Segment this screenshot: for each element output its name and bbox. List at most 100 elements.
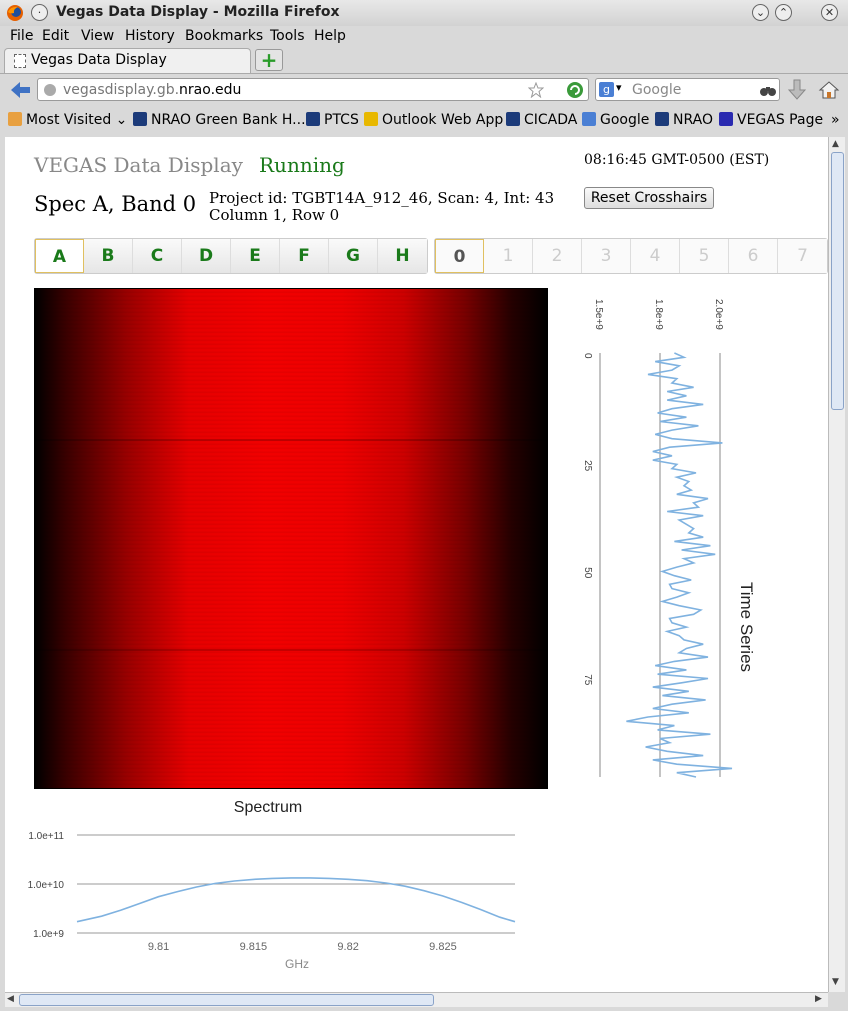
time-series-value-tick-label: 2.0e+9 — [713, 299, 724, 330]
scroll-left-icon[interactable]: ◀ — [7, 994, 14, 1004]
time-series-title: Time Series — [737, 582, 756, 672]
bookmark-vegas-page[interactable]: VEGAS Page — [719, 112, 823, 128]
spec-band-heading: Spec A, Band 0 — [34, 192, 197, 216]
horizontal-scroll-thumb[interactable] — [19, 994, 434, 1006]
chevron-down-icon[interactable]: ▾ — [616, 81, 622, 94]
bookmark-google[interactable]: Google — [582, 112, 649, 128]
url-host: vegasdisplay.gb. — [63, 82, 180, 98]
tab-spec-d[interactable]: D — [182, 239, 231, 273]
bookmark-star-icon[interactable] — [528, 82, 544, 98]
scroll-up-icon[interactable]: ▲ — [832, 139, 839, 149]
menu-bookmarks[interactable]: Bookmarks — [185, 28, 263, 44]
time-series-time-tick-label: 75 — [582, 674, 593, 686]
vegas-logo-icon — [719, 112, 733, 126]
menu-file[interactable]: File — [10, 28, 33, 44]
menu-history[interactable]: History — [125, 28, 175, 44]
tab-spec-g[interactable]: G — [329, 239, 378, 273]
vertical-scroll-thumb[interactable] — [831, 152, 844, 410]
new-tab-button[interactable]: + — [255, 49, 283, 71]
heatmap-row-line — [35, 439, 547, 441]
scroll-right-icon[interactable]: ▶ — [815, 994, 822, 1004]
google-search-engine-icon[interactable]: g — [599, 82, 614, 97]
spectrum-x-tick-label: 9.82 — [337, 941, 358, 953]
menu-bar: File Edit View History Bookmarks Tools H… — [0, 26, 848, 48]
tab-band-3[interactable]: 3 — [582, 239, 631, 273]
tab-band-4[interactable]: 4 — [631, 239, 680, 273]
bookmark-nrao-label: NRAO — [673, 112, 713, 128]
tab-spec-f[interactable]: F — [280, 239, 329, 273]
app-title: VEGAS Data Display — [34, 153, 243, 177]
bookmark-outlook[interactable]: Outlook Web App — [364, 112, 503, 128]
page-content: VEGAS Data Display Running 08:16:45 GMT-… — [5, 137, 828, 992]
spectrum-y-tick-label: 1.0e+11 — [28, 831, 64, 842]
reload-icon[interactable] — [566, 81, 584, 99]
time-series-chart[interactable]: 1.5e+9 1.8e+9 2.0e+9 0 25 50 75 Time Series — [565, 287, 765, 787]
url-bar[interactable]: vegasdisplay.gb.nrao.edu — [37, 78, 589, 101]
band-tabs: 0 1 2 3 4 5 6 7 — [434, 238, 828, 274]
vertical-scrollbar[interactable]: ▲ ▼ — [828, 137, 845, 992]
menu-edit[interactable]: Edit — [42, 28, 69, 44]
tab-band-0[interactable]: 0 — [435, 239, 484, 273]
spectrum-x-axis-label: GHz — [285, 957, 309, 971]
time-series-line — [626, 352, 733, 778]
heatmap-row-line — [35, 649, 547, 651]
window-menu-icon[interactable]: · — [31, 4, 48, 21]
project-info: Project id: TGBT14A_912_46, Scan: 4, Int… — [209, 190, 554, 224]
minimize-icon[interactable]: ⌄ — [752, 4, 769, 21]
nrao-logo-icon — [306, 112, 320, 126]
spectrum-chart[interactable]: Spectrum 1.0e+9 1.0e+10 1.0e+11 9.81 9.815 9.8… — [15, 792, 535, 992]
outlook-icon — [364, 112, 378, 126]
close-icon[interactable]: ✕ — [821, 4, 838, 21]
bookmark-nrao-green-bank[interactable]: NRAO Green Bank H... — [133, 112, 306, 128]
spectrum-x-tick-label: 9.815 — [240, 941, 268, 953]
firefox-logo-icon — [7, 5, 23, 21]
bookmark-cicada[interactable]: CICADA — [506, 112, 577, 128]
tab-band-1[interactable]: 1 — [484, 239, 533, 273]
bookmark-most-visited-label: Most Visited — [26, 112, 112, 128]
tab-spec-b[interactable]: B — [84, 239, 133, 273]
tab-spec-c[interactable]: C — [133, 239, 182, 273]
tab-band-2[interactable]: 2 — [533, 239, 582, 273]
back-arrow-icon[interactable] — [8, 79, 32, 101]
bookmarks-bar: Most Visited ⌄ NRAO Green Bank H... PTCS… — [0, 108, 848, 134]
url-text: vegasdisplay.gb.nrao.edu — [63, 82, 241, 98]
tab-bar: Vegas Data Display + — [0, 48, 848, 74]
menu-view[interactable]: View — [81, 28, 114, 44]
binoculars-icon[interactable] — [759, 83, 777, 97]
time-series-value-tick-label: 1.5e+9 — [593, 299, 604, 330]
navigation-bar: vegasdisplay.gb.nrao.edu g ▾ Google — [0, 75, 848, 105]
nrao-logo-icon — [506, 112, 520, 126]
globe-icon — [44, 84, 56, 96]
bookmark-most-visited[interactable]: Most Visited ⌄ — [8, 112, 127, 128]
horizontal-scrollbar[interactable]: ◀ ▶ — [5, 992, 828, 1007]
window-title: Vegas Data Display - Mozilla Firefox — [56, 4, 340, 20]
page-icon — [14, 54, 26, 68]
tab-spec-h[interactable]: H — [378, 239, 427, 273]
url-domain: nrao.edu — [179, 82, 242, 98]
spectrum-y-tick-label: 1.0e+9 — [33, 929, 64, 940]
tab-spec-a[interactable]: A — [35, 239, 84, 273]
search-placeholder: Google — [632, 82, 682, 98]
tab-band-5[interactable]: 5 — [680, 239, 729, 273]
scroll-down-icon[interactable]: ▼ — [832, 977, 839, 987]
tab-band-7[interactable]: 7 — [778, 239, 827, 273]
clock-text: 08:16:45 GMT-0500 (EST) — [584, 152, 770, 168]
more-bookmarks-chevron-icon[interactable]: » — [831, 112, 840, 128]
bookmark-nrao[interactable]: NRAO — [655, 112, 713, 128]
waterfall-heatmap[interactable] — [34, 288, 548, 789]
search-field[interactable]: g ▾ Google — [595, 78, 780, 101]
bookmark-ptcs[interactable]: PTCS — [306, 112, 359, 128]
tab-spec-e[interactable]: E — [231, 239, 280, 273]
menu-help[interactable]: Help — [314, 28, 346, 44]
spectrum-y-tick-label: 1.0e+10 — [28, 880, 65, 891]
menu-tools[interactable]: Tools — [270, 28, 305, 44]
tab-band-6[interactable]: 6 — [729, 239, 778, 273]
browser-tab[interactable]: Vegas Data Display — [4, 48, 251, 73]
bookmark-cicada-label: CICADA — [524, 112, 578, 128]
download-arrow-icon[interactable] — [787, 79, 807, 101]
reset-crosshairs-button[interactable]: Reset Crosshairs — [584, 187, 714, 209]
maximize-icon[interactable]: ⌃ — [775, 4, 792, 21]
position-line: Column 1, Row 0 — [209, 206, 340, 224]
home-icon[interactable] — [818, 79, 840, 101]
bookmark-google-label: Google — [600, 112, 650, 128]
